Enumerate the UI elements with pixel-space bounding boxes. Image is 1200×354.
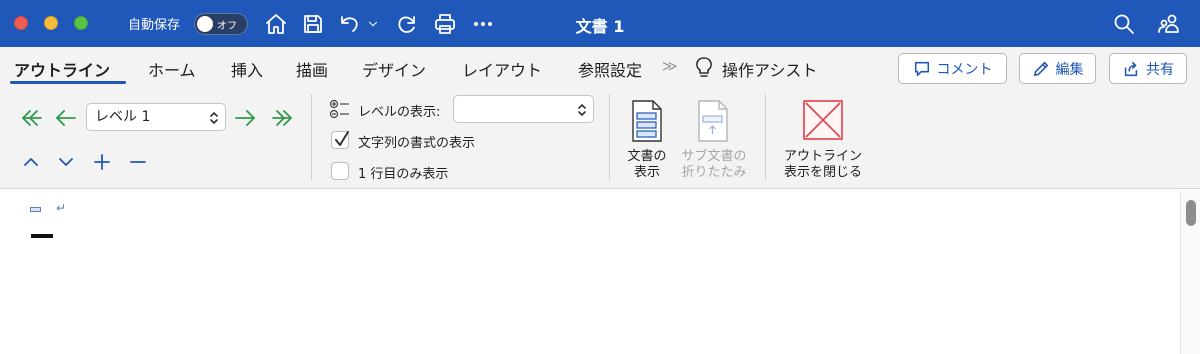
redo-icon[interactable] bbox=[393, 10, 421, 38]
tab-home[interactable]: ホーム bbox=[148, 57, 196, 81]
scrollbar-thumb[interactable] bbox=[1186, 200, 1196, 226]
share-icon bbox=[1124, 61, 1138, 76]
close-outline-view-icon[interactable] bbox=[803, 100, 843, 140]
tell-me-search[interactable]: 操作アシスト bbox=[722, 57, 817, 81]
active-tab-indicator bbox=[10, 81, 126, 84]
show-level-select[interactable] bbox=[453, 95, 594, 123]
comment-button-label: コメント bbox=[936, 61, 993, 78]
tab-draw[interactable]: 描画 bbox=[296, 57, 328, 81]
show-level-icon bbox=[329, 98, 351, 120]
tab-design[interactable]: デザイン bbox=[362, 57, 426, 81]
share-button[interactable]: 共有 bbox=[1109, 53, 1187, 84]
outline-level-select[interactable]: レベル 1 bbox=[86, 103, 226, 131]
autosave-label: 自動保存 bbox=[128, 18, 181, 33]
lightbulb-icon bbox=[693, 55, 715, 79]
undo-dropdown-chevron-icon[interactable] bbox=[364, 10, 382, 38]
autosave-state: オフ bbox=[217, 21, 237, 32]
collapse-icon[interactable] bbox=[124, 150, 152, 174]
show-level-label: レベルの表示: bbox=[358, 105, 441, 120]
undo-icon[interactable] bbox=[336, 10, 364, 38]
updown-chevron-icon bbox=[577, 101, 587, 117]
vertical-scrollbar[interactable] bbox=[1180, 190, 1200, 354]
home-icon[interactable] bbox=[262, 10, 290, 38]
pencil-icon bbox=[1033, 61, 1048, 76]
tab-insert[interactable]: 挿入 bbox=[231, 57, 263, 81]
share-button-label: 共有 bbox=[1146, 61, 1174, 78]
promote-icon[interactable] bbox=[52, 106, 80, 130]
zoom-window-button[interactable] bbox=[74, 16, 88, 30]
first-line-only-checkbox[interactable] bbox=[331, 162, 349, 180]
minimize-window-button[interactable] bbox=[44, 16, 58, 30]
autosave-toggle[interactable]: オフ bbox=[194, 13, 248, 35]
ribbon-separator bbox=[311, 94, 312, 180]
comment-icon bbox=[914, 61, 929, 76]
promote-to-heading-1-icon[interactable] bbox=[17, 106, 45, 130]
close-window-button[interactable] bbox=[14, 16, 28, 30]
document-area[interactable] bbox=[0, 190, 1200, 354]
paragraph-mark-icon: ↵ bbox=[56, 201, 67, 215]
ribbon-separator bbox=[609, 94, 610, 180]
save-icon[interactable] bbox=[299, 10, 327, 38]
outline-level-value: レベル 1 bbox=[95, 109, 151, 125]
outline-collapsed-bullet-icon[interactable] bbox=[30, 207, 41, 212]
title-bar: 自動保存 オフ 文書 1 bbox=[0, 0, 1200, 47]
show-document-icon[interactable] bbox=[631, 100, 663, 142]
move-up-icon[interactable] bbox=[17, 150, 45, 174]
search-icon[interactable] bbox=[1110, 10, 1138, 38]
first-line-only-label: 1 行目のみ表示 bbox=[358, 167, 449, 182]
edit-button[interactable]: 編集 bbox=[1019, 53, 1096, 84]
toggle-knob bbox=[197, 16, 213, 32]
updown-chevron-icon bbox=[209, 109, 219, 125]
ribbon-separator bbox=[765, 94, 766, 180]
comment-button[interactable]: コメント bbox=[898, 53, 1007, 84]
people-icon[interactable] bbox=[1155, 10, 1183, 38]
edit-button-label: 編集 bbox=[1055, 61, 1084, 78]
demote-to-body-text-icon[interactable] bbox=[269, 106, 297, 130]
show-text-formatting-label: 文字列の書式の表示 bbox=[358, 136, 476, 151]
collapse-subdocuments-label: サブ文書の 折りたたみ bbox=[681, 149, 747, 180]
move-down-icon[interactable] bbox=[52, 150, 80, 174]
demote-icon[interactable] bbox=[231, 106, 259, 130]
collapse-subdocuments-icon bbox=[697, 100, 729, 142]
tab-references[interactable]: 参照設定 bbox=[578, 57, 642, 81]
expand-icon[interactable] bbox=[88, 150, 116, 174]
text-cursor bbox=[31, 234, 53, 238]
tab-outline[interactable]: アウトライン bbox=[14, 57, 110, 81]
print-icon[interactable] bbox=[431, 10, 459, 38]
tab-layout[interactable]: レイアウト bbox=[462, 57, 542, 81]
more-icon[interactable] bbox=[469, 10, 497, 38]
close-outline-view-label[interactable]: アウトライン 表示を閉じる bbox=[776, 149, 870, 181]
show-document-label[interactable]: 文書の 表示 bbox=[616, 149, 678, 181]
show-text-formatting-checkbox[interactable] bbox=[331, 131, 349, 149]
checkmark-icon bbox=[335, 131, 349, 146]
more-tabs-chevron-icon[interactable]: ≫ bbox=[662, 57, 678, 75]
